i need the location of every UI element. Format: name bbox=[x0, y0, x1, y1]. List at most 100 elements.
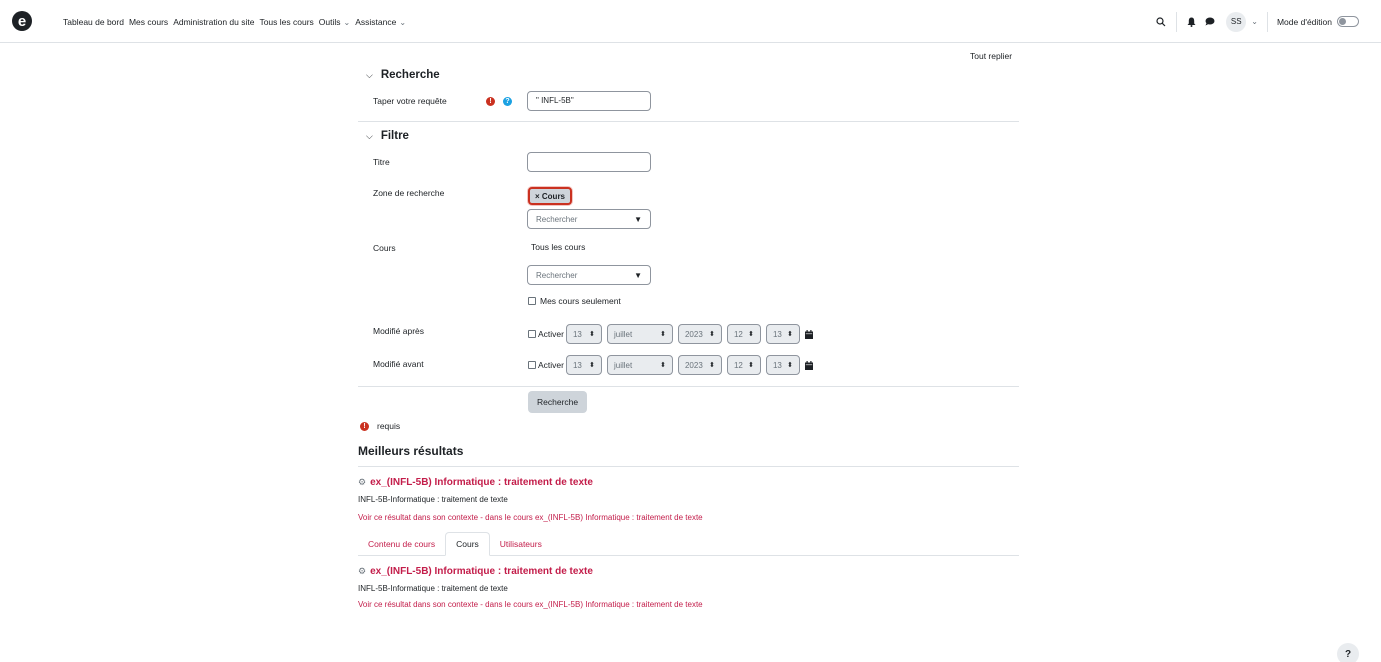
tab-result-title-link[interactable]: ⚙ ex_(INFL-5B) Informatique : traitement… bbox=[358, 566, 593, 577]
nav-my-courses[interactable]: Mes cours bbox=[129, 17, 168, 27]
search-area-label: Zone de recherche bbox=[373, 188, 445, 198]
minute-value: 13 bbox=[772, 329, 782, 339]
tab-courses[interactable]: Cours bbox=[445, 532, 490, 556]
required-note-text: requis bbox=[377, 421, 401, 431]
year-select[interactable]: 2023 ⬍ bbox=[677, 355, 722, 375]
caret-down-icon: ▼ bbox=[634, 270, 642, 280]
section-divider bbox=[358, 121, 1019, 122]
chevron-down-icon: ⌄ bbox=[343, 17, 351, 27]
calendar-icon[interactable] bbox=[804, 329, 813, 339]
month-select[interactable]: juillet ⬍ bbox=[606, 355, 673, 375]
user-menu[interactable]: SS ⌄ bbox=[1226, 11, 1258, 32]
search-section-header[interactable]: ⌵ Recherche bbox=[366, 69, 440, 81]
year-value: 2023 bbox=[684, 360, 703, 370]
my-courses-only-checkbox[interactable] bbox=[528, 297, 536, 305]
sort-arrows-icon: ⬍ bbox=[589, 331, 595, 338]
chevron-down-icon: ⌄ bbox=[399, 17, 407, 27]
search-icon[interactable] bbox=[1156, 16, 1166, 27]
year-select[interactable]: 2023 ⬍ bbox=[677, 324, 722, 344]
nav-all-courses[interactable]: Tous les cours bbox=[259, 17, 313, 27]
edit-mode-toggle[interactable] bbox=[1337, 16, 1359, 27]
chevron-down-icon: ⌵ bbox=[366, 130, 373, 141]
minute-select[interactable]: 13 ⬍ bbox=[765, 324, 800, 344]
minute-select[interactable]: 13 ⬍ bbox=[765, 355, 800, 375]
title-label: Titre bbox=[373, 157, 390, 167]
required-icon: ! bbox=[360, 421, 369, 431]
navbar-divider bbox=[1266, 11, 1268, 32]
modified-after-date: Activer 13 ⬍ juillet ⬍ 2023 ⬍ 12 ⬍ 13 ⬍ bbox=[528, 324, 813, 344]
enable-label: Activer bbox=[538, 360, 564, 370]
courses-label: Cours bbox=[373, 243, 396, 253]
filter-section-header[interactable]: ⌵ Filtre bbox=[366, 130, 409, 142]
message-icon[interactable] bbox=[1205, 17, 1215, 26]
course-icon: ⚙ bbox=[358, 566, 367, 576]
top-result-title-link[interactable]: ⚙ ex_(INFL-5B) Informatique : traitement… bbox=[358, 477, 593, 488]
courses-search-select[interactable]: Rechercher ▼ bbox=[527, 265, 651, 285]
my-courses-only-row[interactable]: Mes cours seulement bbox=[528, 296, 621, 306]
filter-section-title: Filtre bbox=[380, 130, 409, 142]
hour-value: 12 bbox=[733, 329, 743, 339]
top-result-context-link[interactable]: Voir ce résultat dans son contexte - dan… bbox=[358, 513, 703, 522]
chevron-down-icon: ⌄ bbox=[1251, 17, 1258, 26]
tab-result-context-link[interactable]: Voir ce résultat dans son contexte - dan… bbox=[358, 600, 703, 609]
enable-label: Activer bbox=[538, 329, 564, 339]
nav-tools-menu[interactable]: Outils ⌄ bbox=[319, 17, 350, 27]
required-icon: ! bbox=[486, 97, 495, 106]
nav-site-admin[interactable]: Administration du site bbox=[173, 17, 254, 27]
search-submit-button[interactable]: Recherche bbox=[528, 391, 588, 413]
collapse-all-link[interactable]: Tout replier bbox=[970, 51, 1012, 61]
bell-icon[interactable] bbox=[1187, 17, 1196, 27]
navbar-user-area: SS ⌄ Mode d'édition bbox=[1156, 0, 1381, 43]
caret-down-icon: ▼ bbox=[634, 214, 642, 224]
query-input[interactable]: " INFL-5B" bbox=[527, 91, 651, 111]
calendar-icon[interactable] bbox=[804, 360, 813, 370]
nav-help-menu[interactable]: Assistance ⌄ bbox=[355, 17, 406, 27]
sort-arrows-icon: ⬍ bbox=[660, 362, 666, 369]
top-results-heading: Meilleurs résultats bbox=[358, 444, 464, 458]
sort-arrows-icon: ⬍ bbox=[660, 331, 666, 338]
day-value: 13 bbox=[572, 329, 582, 339]
day-value: 13 bbox=[572, 360, 582, 370]
courses-value: Tous les cours bbox=[531, 242, 586, 252]
nav-dashboard[interactable]: Tableau de bord bbox=[63, 17, 124, 27]
tab-course-content[interactable]: Contenu de cours bbox=[358, 532, 445, 555]
minute-value: 13 bbox=[772, 360, 782, 370]
top-result-title-text: ex_(INFL-5B) Informatique : traitement d… bbox=[370, 477, 593, 488]
sort-arrows-icon: ⬍ bbox=[748, 362, 754, 369]
sort-arrows-icon: ⬍ bbox=[787, 362, 793, 369]
navbar-divider bbox=[1176, 11, 1178, 32]
modified-before-date: Activer 13 ⬍ juillet ⬍ 2023 ⬍ 12 ⬍ 13 ⬍ bbox=[528, 355, 813, 375]
modified-before-label: Modifié avant bbox=[373, 359, 424, 369]
modified-after-label: Modifié après bbox=[373, 326, 425, 336]
tab-users[interactable]: Utilisateurs bbox=[490, 532, 552, 555]
tab-result-title-text: ex_(INFL-5B) Informatique : traitement d… bbox=[370, 566, 593, 577]
day-select[interactable]: 13 ⬍ bbox=[565, 324, 602, 344]
hour-value: 12 bbox=[733, 360, 743, 370]
modified-after-enable-checkbox[interactable] bbox=[528, 330, 536, 338]
query-label: Taper votre requête bbox=[373, 96, 447, 106]
modified-before-enable-checkbox[interactable] bbox=[528, 361, 536, 369]
top-result-description: INFL-5B-Informatique : traitement de tex… bbox=[358, 495, 508, 504]
edit-mode-label: Mode d'édition bbox=[1276, 16, 1332, 27]
result-tabs: Contenu de cours Cours Utilisateurs bbox=[358, 532, 1019, 556]
primary-navigation: Tableau de bord Mes cours Administration… bbox=[63, 0, 411, 43]
hour-select[interactable]: 12 ⬍ bbox=[726, 355, 761, 375]
help-icon[interactable]: ? bbox=[503, 97, 512, 106]
sort-arrows-icon: ⬍ bbox=[589, 362, 595, 369]
help-button[interactable]: ? bbox=[1337, 643, 1359, 662]
month-select[interactable]: juillet ⬍ bbox=[606, 324, 673, 344]
course-icon: ⚙ bbox=[358, 477, 367, 487]
area-search-select[interactable]: Rechercher ▼ bbox=[527, 209, 651, 229]
year-value: 2023 bbox=[684, 329, 703, 339]
sort-arrows-icon: ⬍ bbox=[709, 362, 715, 369]
avatar: SS bbox=[1226, 11, 1247, 32]
area-search-placeholder: Rechercher bbox=[536, 214, 578, 224]
courses-search-placeholder: Rechercher bbox=[536, 270, 578, 280]
title-input[interactable] bbox=[527, 152, 651, 172]
day-select[interactable]: 13 ⬍ bbox=[565, 355, 602, 375]
area-badge-cours[interactable]: × Cours bbox=[528, 187, 573, 205]
nav-help-label: Assistance bbox=[355, 16, 397, 27]
hour-select[interactable]: 12 ⬍ bbox=[726, 324, 761, 344]
sort-arrows-icon: ⬍ bbox=[748, 331, 754, 338]
site-logo[interactable]: e bbox=[12, 11, 32, 31]
